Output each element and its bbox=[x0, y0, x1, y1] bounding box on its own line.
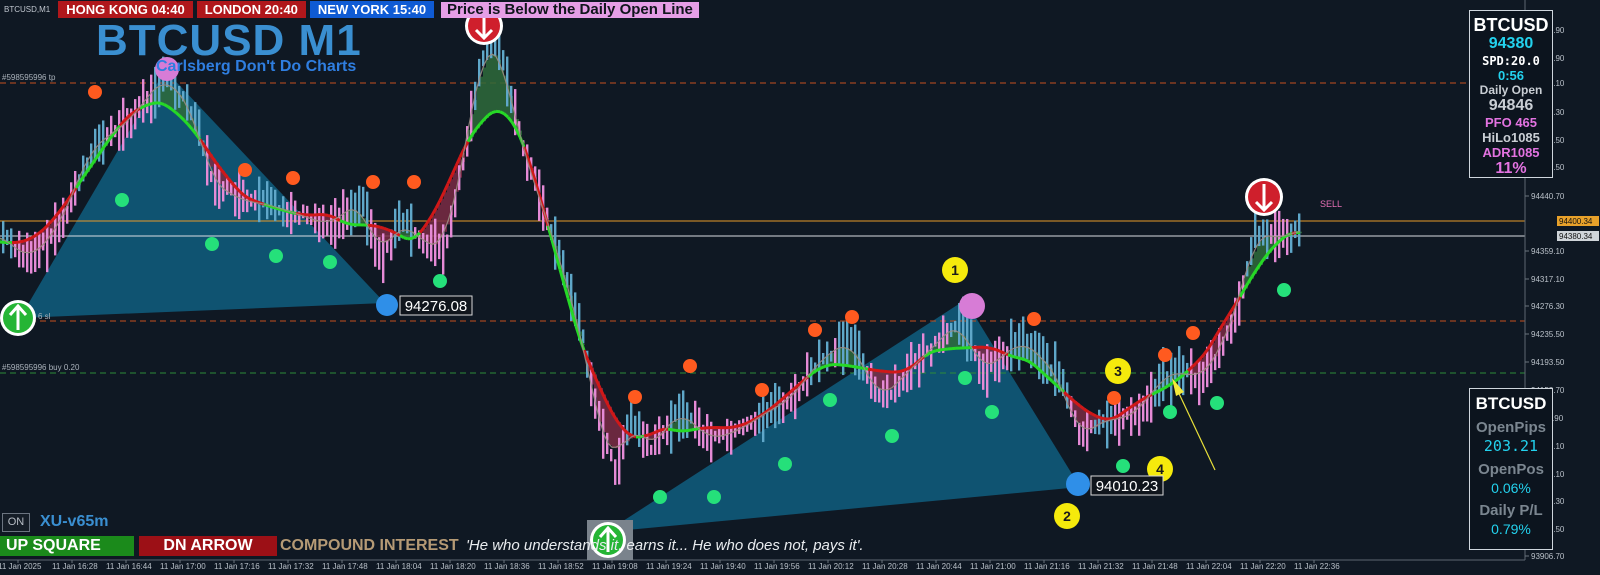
x-tick-label: 11 Jan 22:04 bbox=[1186, 562, 1232, 571]
orange-line-price: 94400.34 bbox=[1559, 217, 1593, 226]
y-tick-label: 94235.50 bbox=[1531, 330, 1565, 339]
session-london: LONDON 20:40 bbox=[196, 0, 306, 18]
dn-arrow-button[interactable]: DN ARROW bbox=[139, 536, 277, 556]
svg-text:94010.23: 94010.23 bbox=[1096, 478, 1159, 495]
x-tick-label: 11 Jan 18:04 bbox=[376, 562, 422, 571]
info-panel-top: BTCUSD 94380 SPD:20.0 0:56 Daily Open 94… bbox=[1469, 10, 1553, 178]
y-tick-label: 94440.70 bbox=[1531, 192, 1565, 201]
annotation-arrow bbox=[1174, 384, 1216, 471]
marker-1: 1 bbox=[942, 257, 968, 283]
x-tick-label: 11 Jan 18:36 bbox=[484, 562, 530, 571]
x-tick-label: 11 Jan 20:12 bbox=[808, 562, 854, 571]
x-tick-label: 11 Jan 17:48 bbox=[322, 562, 368, 571]
x-tick-label: 11 Jan 16:44 bbox=[106, 562, 152, 571]
session-hong-kong: HONG KONG 04:40 bbox=[58, 0, 193, 18]
open-pips-value: 203.21 bbox=[1483, 437, 1539, 455]
chart-subtitle: Carlsberg Don't Do Charts bbox=[156, 58, 357, 75]
panel-daily-open: 94846 bbox=[1488, 97, 1534, 114]
x-tick-label: 11 Jan 19:08 bbox=[592, 562, 638, 571]
panel-daily-open-label: Daily Open bbox=[1479, 83, 1543, 97]
svg-text:1: 1 bbox=[951, 262, 959, 278]
x-tick-label: 11 Jan 21:48 bbox=[1132, 562, 1178, 571]
x-tick-label: 11 Jan 22:20 bbox=[1240, 562, 1286, 571]
y-tick-label: 94317.10 bbox=[1531, 275, 1565, 284]
panel-timer: 0:56 bbox=[1497, 68, 1525, 83]
svg-text:4: 4 bbox=[1156, 461, 1164, 477]
quote-text: 'He who understands it, earns it... He w… bbox=[466, 537, 864, 554]
buy-signal-arrow-left bbox=[0, 300, 36, 336]
buy-line-label: #598595996 buy 0.20 bbox=[2, 363, 80, 372]
window-symbol: BTCUSD,M1 bbox=[4, 4, 51, 14]
panel-pct: 11% bbox=[1495, 160, 1527, 177]
x-tick-label: 11 Jan 2025 bbox=[0, 562, 42, 571]
panel-pfo: PFO 465 bbox=[1484, 115, 1538, 130]
y-tick-label: 94193.50 bbox=[1531, 358, 1565, 367]
x-tick-label: 11 Jan 17:00 bbox=[160, 562, 206, 571]
sell-text: SELL bbox=[1320, 199, 1342, 209]
price-chart[interactable]: 1 2 3 4 94276.08 94010.23 #598595996 tp … bbox=[0, 0, 1600, 575]
panel-adr: ADR1085 bbox=[1482, 145, 1540, 160]
x-axis: 11 Jan 2025 11 Jan 16:28 11 Jan 16:44 11 Ja… bbox=[0, 560, 1340, 571]
open-pips-label: OpenPips bbox=[1475, 419, 1546, 436]
panel-spread: SPD:20.0 bbox=[1482, 54, 1540, 68]
x-tick-label: 11 Jan 22:36 bbox=[1294, 562, 1340, 571]
on-toggle-button[interactable]: ON bbox=[2, 513, 30, 532]
panel-symbol: BTCUSD bbox=[1473, 15, 1549, 35]
daily-pl-label: Daily P/L bbox=[1479, 502, 1543, 519]
x-tick-label: 11 Jan 17:32 bbox=[268, 562, 314, 571]
x-tick-label: 11 Jan 18:52 bbox=[538, 562, 584, 571]
sell-signal-arrow-right bbox=[1245, 178, 1283, 216]
svg-text:94276.08: 94276.08 bbox=[405, 298, 468, 315]
x-tick-label: 11 Jan 20:28 bbox=[862, 562, 908, 571]
open-pos-value: 0.06% bbox=[1491, 480, 1531, 496]
y-tick-label: 93906.70 bbox=[1531, 552, 1565, 561]
pivot-low-2 bbox=[1066, 472, 1090, 496]
y-tick-label: 94276.30 bbox=[1531, 302, 1565, 311]
panel-bottom-symbol: BTCUSD bbox=[1475, 394, 1547, 413]
tp-line-label: #598595996 tp bbox=[2, 73, 56, 82]
pivot-high-pink-2 bbox=[959, 293, 985, 319]
price-alert-banner: Price is Below the Daily Open Line bbox=[441, 2, 699, 18]
marker-2: 2 bbox=[1054, 503, 1080, 529]
marker-3: 3 bbox=[1105, 358, 1131, 384]
panel-hilo: HiLo1085 bbox=[1482, 130, 1540, 145]
x-tick-label: 11 Jan 17:16 bbox=[214, 562, 260, 571]
x-tick-label: 11 Jan 18:20 bbox=[430, 562, 476, 571]
x-tick-label: 11 Jan 21:16 bbox=[1024, 562, 1070, 571]
panel-price: 94380 bbox=[1488, 35, 1534, 52]
compound-interest-label: COMPOUND INTEREST bbox=[280, 537, 459, 554]
x-tick-label: 11 Jan 19:56 bbox=[754, 562, 800, 571]
sl-line-label: 6 sl bbox=[38, 312, 51, 321]
svg-text:2: 2 bbox=[1063, 508, 1071, 524]
x-tick-label: 11 Jan 21:32 bbox=[1078, 562, 1124, 571]
info-panel-bottom: BTCUSD OpenPips 203.21 OpenPos 0.06% Dai… bbox=[1469, 388, 1553, 550]
x-tick-label: 11 Jan 19:40 bbox=[700, 562, 746, 571]
x-tick-label: 11 Jan 16:28 bbox=[52, 562, 98, 571]
pivot-low-1 bbox=[376, 294, 398, 316]
x-tick-label: 11 Jan 20:44 bbox=[916, 562, 962, 571]
y-tick-label: 94359.10 bbox=[1531, 247, 1565, 256]
daily-pl-value: 0.79% bbox=[1491, 521, 1531, 537]
x-tick-label: 11 Jan 19:24 bbox=[646, 562, 692, 571]
open-pos-label: OpenPos bbox=[1478, 461, 1544, 478]
svg-text:3: 3 bbox=[1114, 363, 1122, 379]
version-label: XU-v65m bbox=[40, 513, 109, 530]
x-tick-label: 11 Jan 21:00 bbox=[970, 562, 1016, 571]
white-line-price: 94380.34 bbox=[1559, 232, 1593, 241]
session-new-york: NEW YORK 15:40 bbox=[309, 0, 435, 18]
up-square-button[interactable]: UP SQUARE bbox=[0, 536, 134, 556]
